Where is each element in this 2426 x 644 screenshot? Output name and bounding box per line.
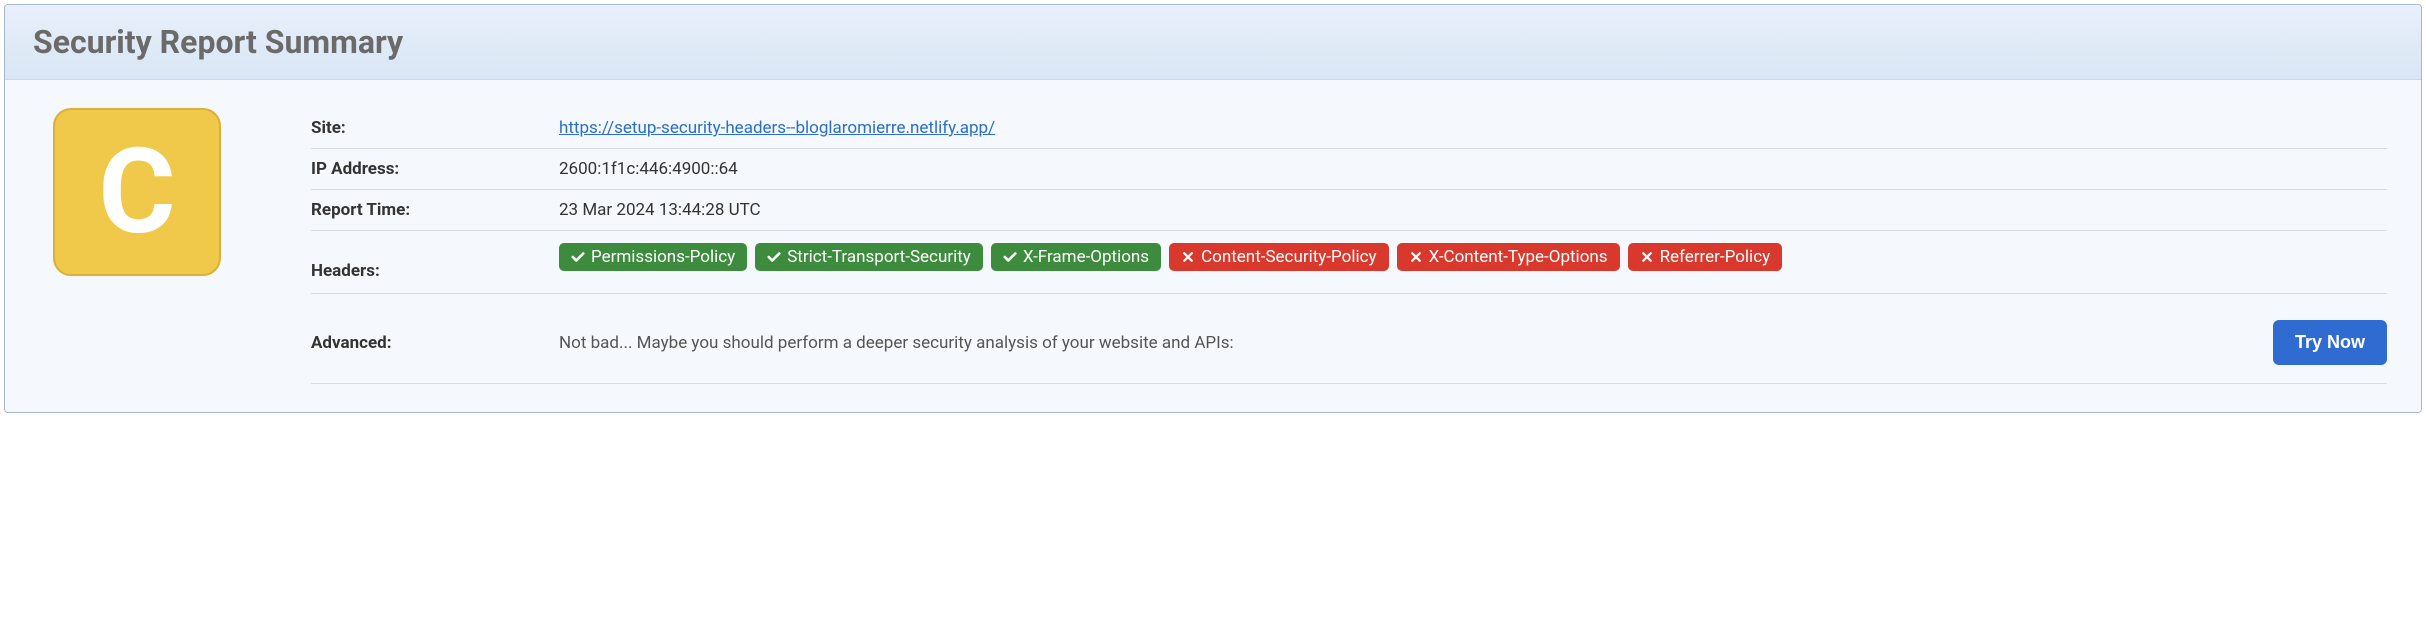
- value-ip: 2600:1f1c:446:4900::64: [559, 159, 2387, 179]
- check-icon: [571, 250, 585, 264]
- row-site: Site: https://setup-security-headers--bl…: [311, 108, 2387, 149]
- check-icon: [1003, 250, 1017, 264]
- value-headers: Permissions-Policy Strict-Transport-Secur…: [559, 243, 2387, 273]
- label-ip: IP Address:: [311, 159, 559, 179]
- details-table: Site: https://setup-security-headers--bl…: [311, 108, 2387, 384]
- panel-header: Security Report Summary: [5, 5, 2421, 80]
- cross-icon: [1640, 250, 1654, 264]
- header-badge: Content-Security-Policy: [1169, 243, 1388, 271]
- value-site: https://setup-security-headers--bloglaro…: [559, 118, 2387, 138]
- label-advanced: Advanced:: [311, 333, 559, 353]
- page-title: Security Report Summary: [33, 23, 2393, 61]
- row-advanced: Advanced: Not bad... Maybe you should pe…: [311, 294, 2387, 384]
- row-ip: IP Address: 2600:1f1c:446:4900::64: [311, 149, 2387, 190]
- header-badge: X-Frame-Options: [991, 243, 1161, 271]
- header-badge-label: Content-Security-Policy: [1201, 247, 1376, 267]
- value-advanced: Not bad... Maybe you should perform a de…: [559, 320, 2387, 365]
- grade-badge: C: [53, 108, 221, 276]
- label-site: Site:: [311, 118, 559, 138]
- panel-body: C Site: https://setup-security-headers--…: [5, 80, 2421, 412]
- header-badge-label: X-Frame-Options: [1023, 247, 1149, 267]
- label-headers: Headers:: [311, 243, 559, 281]
- header-badge-label: X-Content-Type-Options: [1429, 247, 1608, 267]
- security-report-panel: Security Report Summary C Site: https://…: [4, 4, 2422, 413]
- header-badge: Strict-Transport-Security: [755, 243, 983, 271]
- row-headers: Headers: Permissions-Policy Strict-Transp…: [311, 231, 2387, 294]
- check-icon: [767, 250, 781, 264]
- header-badge: Referrer-Policy: [1628, 243, 1783, 271]
- row-time: Report Time: 23 Mar 2024 13:44:28 UTC: [311, 190, 2387, 231]
- grade-letter: C: [98, 133, 175, 251]
- cross-icon: [1409, 250, 1423, 264]
- label-time: Report Time:: [311, 200, 559, 220]
- site-link[interactable]: https://setup-security-headers--bloglaro…: [559, 118, 995, 138]
- cross-icon: [1181, 250, 1195, 264]
- advanced-text: Not bad... Maybe you should perform a de…: [559, 333, 1234, 353]
- header-badge-label: Strict-Transport-Security: [787, 247, 971, 267]
- header-badge-label: Permissions-Policy: [591, 247, 735, 267]
- header-badge: X-Content-Type-Options: [1397, 243, 1620, 271]
- header-badge-label: Referrer-Policy: [1660, 247, 1771, 267]
- header-badge: Permissions-Policy: [559, 243, 747, 271]
- try-now-button[interactable]: Try Now: [2273, 320, 2387, 365]
- value-time: 23 Mar 2024 13:44:28 UTC: [559, 200, 2387, 220]
